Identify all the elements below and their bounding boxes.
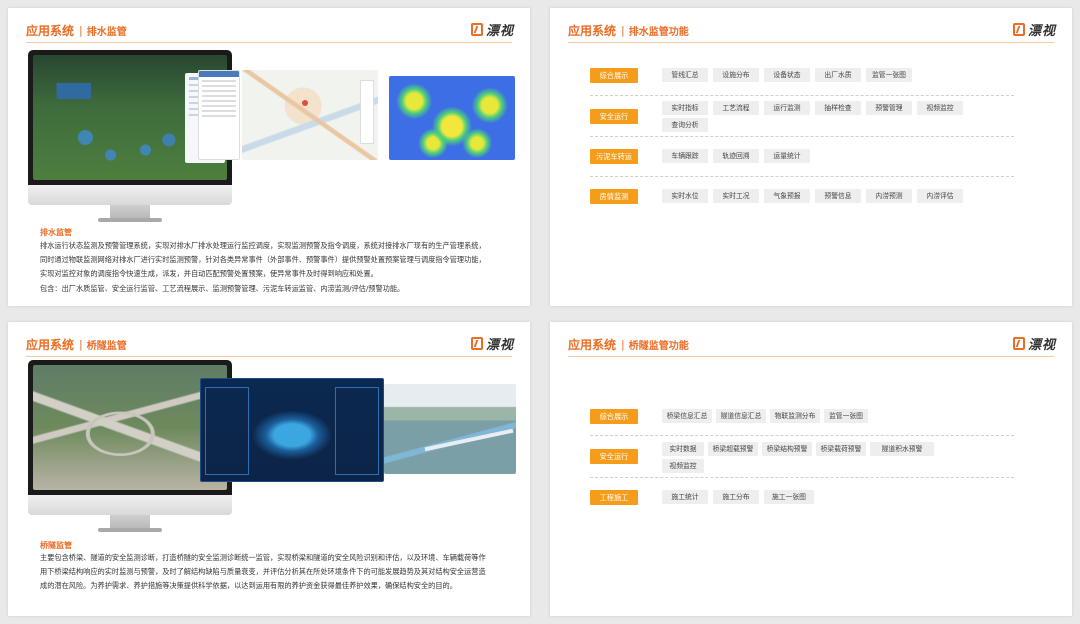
paragraph-line: 同时通过物联监测网络对排水厂进行实时监测预警，针对各类异常事件（外部事件、预警事… xyxy=(40,255,486,265)
paragraph-line: 实现对监控对象的调度指令快速生成，派发，并自动匹配预警处置预案，使异常事件及时得… xyxy=(40,269,378,279)
description-text: 主要包含桥梁、隧道的安全监测诊断，打造桥隧的安全监测诊断统一监管，实现桥梁和隧道… xyxy=(40,551,520,594)
function-chip: 设备状态 xyxy=(764,68,810,82)
function-chip: 隧道积水预警 xyxy=(870,442,934,456)
logo-mark-icon xyxy=(470,337,483,350)
header-divider xyxy=(26,42,512,43)
slide-header: 应用系统 | 排水监管 xyxy=(26,22,127,39)
title-separator: | xyxy=(621,338,625,351)
function-chip: 监管一张图 xyxy=(824,409,868,423)
slide-drainage-overview: 应用系统 | 排水监管 漂视 排水监管 排水运行状态监测及预警管理系统，实现对排… xyxy=(8,8,530,306)
function-chip: 施工一张图 xyxy=(764,490,814,504)
function-chip: 桥梁结构预警 xyxy=(762,442,812,456)
function-chip: 实时数据 xyxy=(662,442,704,456)
category-label: 安全运行 xyxy=(590,109,638,124)
paragraph-line: 成的潜在风险。为养护需求、养护措施等决策提供科学依据，以达到运用有限的养护资金获… xyxy=(40,581,457,591)
row-divider xyxy=(590,477,1014,478)
header-divider xyxy=(568,42,1054,43)
function-chip: 预警管理 xyxy=(866,101,912,115)
slide-header: 应用系统 | 排水监管功能 xyxy=(568,22,689,39)
row-divider xyxy=(590,95,1014,96)
heatmap-image xyxy=(389,76,515,160)
function-chip: 实时工况 xyxy=(713,189,759,203)
section-title: 应用系统 xyxy=(568,338,617,352)
logo-text: 漂视 xyxy=(485,338,514,353)
header-divider xyxy=(568,356,1054,357)
function-chip: 预警信息 xyxy=(815,189,861,203)
paragraph-line: 包含：出厂水质监管、安全运行监管、工艺流程展示、监测预警管理、污泥车转运监管、内… xyxy=(40,283,405,293)
function-chip: 物联监测分布 xyxy=(770,409,820,423)
function-chip: 车辆跟踪 xyxy=(662,149,708,163)
function-chip: 施工分布 xyxy=(713,490,759,504)
function-chip: 抽样检查 xyxy=(815,101,861,115)
function-chip: 管线汇总 xyxy=(662,68,708,82)
slide-bridge-tunnel-overview: 应用系统 | 桥隧监管 漂视 桥隧监管 主要包含桥梁、隧道的安全监测诊断，打造桥… xyxy=(8,322,530,616)
category-label: 综合展示 xyxy=(590,68,638,83)
monitoring-dashboard-image xyxy=(200,378,384,482)
function-chip: 桥梁超载预警 xyxy=(708,442,758,456)
function-chip: 施工统计 xyxy=(662,490,708,504)
slide-bridge-tunnel-functions: 应用系统 | 桥隧监管功能 漂视 综合展示 桥梁信息汇总 隧道信息汇总 物联监测… xyxy=(550,322,1072,616)
function-chip: 实时水位 xyxy=(662,189,708,203)
function-chip: 隧道信息汇总 xyxy=(716,409,766,423)
function-chip: 视频监控 xyxy=(662,459,704,473)
function-chip: 查询分析 xyxy=(662,118,708,132)
function-chip: 内涝预测 xyxy=(866,189,912,203)
header-divider xyxy=(26,356,512,357)
category-label: 污泥车转运 xyxy=(590,149,638,164)
function-chip: 运量统计 xyxy=(764,149,810,163)
logo-mark-icon xyxy=(1012,337,1025,350)
function-chip: 工艺流程 xyxy=(713,101,759,115)
function-chip: 桥梁信息汇总 xyxy=(662,409,712,423)
function-chip: 监管一张图 xyxy=(866,68,912,82)
function-chip: 内涝评估 xyxy=(917,189,963,203)
brand-logo: 漂视 xyxy=(470,334,514,353)
logo-mark-icon xyxy=(470,23,483,36)
paragraph-line: 排水运行状态监测及预警管理系统，实现对排水厂排水处理运行监控调度，实现监测预警及… xyxy=(40,241,486,250)
section-title: 应用系统 xyxy=(568,24,617,38)
bridge-river-image xyxy=(384,384,516,474)
category-label: 综合展示 xyxy=(590,409,638,424)
function-chip: 实时指标 xyxy=(662,101,708,115)
logo-text: 漂视 xyxy=(1027,24,1056,39)
title-separator: | xyxy=(621,24,625,37)
title-separator: | xyxy=(79,24,83,37)
paragraph-line: 用下桥梁结构响应的实时监测与预警，及时了解结构缺陷与质量衰变，并评估分析其在所处… xyxy=(40,567,486,577)
brand-logo: 漂视 xyxy=(1012,20,1056,39)
brand-logo: 漂视 xyxy=(1012,334,1056,353)
paragraph-line: 主要包含桥梁、隧道的安全监测诊断，打造桥隧的安全监测诊断统一监管，实现桥梁和隧道… xyxy=(40,553,486,562)
table-panel-image xyxy=(198,70,240,160)
row-divider xyxy=(590,435,1014,436)
function-chip: 气象预报 xyxy=(764,189,810,203)
category-label: 安全运行 xyxy=(590,449,638,464)
sub-title: 桥隧监管 xyxy=(86,341,127,352)
logo-mark-icon xyxy=(1012,23,1025,36)
sub-title: 桥隧监管功能 xyxy=(628,341,689,352)
sub-title: 排水监管功能 xyxy=(628,27,689,38)
row-divider xyxy=(590,176,1014,177)
description-title: 排水监管 xyxy=(40,228,72,237)
logo-text: 漂视 xyxy=(485,24,514,39)
title-separator: | xyxy=(79,338,83,351)
section-title: 应用系统 xyxy=(26,338,75,352)
function-chip: 运行监测 xyxy=(764,101,810,115)
function-chip: 桥梁载荷预警 xyxy=(816,442,866,456)
function-chip: 出厂水质 xyxy=(815,68,861,82)
city-map-image xyxy=(242,70,378,160)
logo-text: 漂视 xyxy=(1027,338,1056,353)
brand-logo: 漂视 xyxy=(470,20,514,39)
description-text: 排水运行状态监测及预警管理系统，实现对排水厂排水处理运行监控调度，实现监测预警及… xyxy=(40,239,520,296)
category-label: 房情监测 xyxy=(590,189,638,204)
interchange-aerial-image xyxy=(33,365,227,490)
sub-title: 排水监管 xyxy=(86,27,127,38)
slide-drainage-functions: 应用系统 | 排水监管功能 漂视 综合展示 管线汇总 设施分布 设备状态 出厂水… xyxy=(550,8,1072,306)
description-title: 桥隧监管 xyxy=(40,541,72,550)
slide-header: 应用系统 | 桥隧监管功能 xyxy=(568,336,689,353)
section-title: 应用系统 xyxy=(26,24,75,38)
row-divider xyxy=(590,136,1014,137)
slide-header: 应用系统 | 桥隧监管 xyxy=(26,336,127,353)
function-chip: 视频监控 xyxy=(917,101,963,115)
category-label: 工程施工 xyxy=(590,490,638,505)
function-chip: 设施分布 xyxy=(713,68,759,82)
function-chip: 轨迹回溯 xyxy=(713,149,759,163)
